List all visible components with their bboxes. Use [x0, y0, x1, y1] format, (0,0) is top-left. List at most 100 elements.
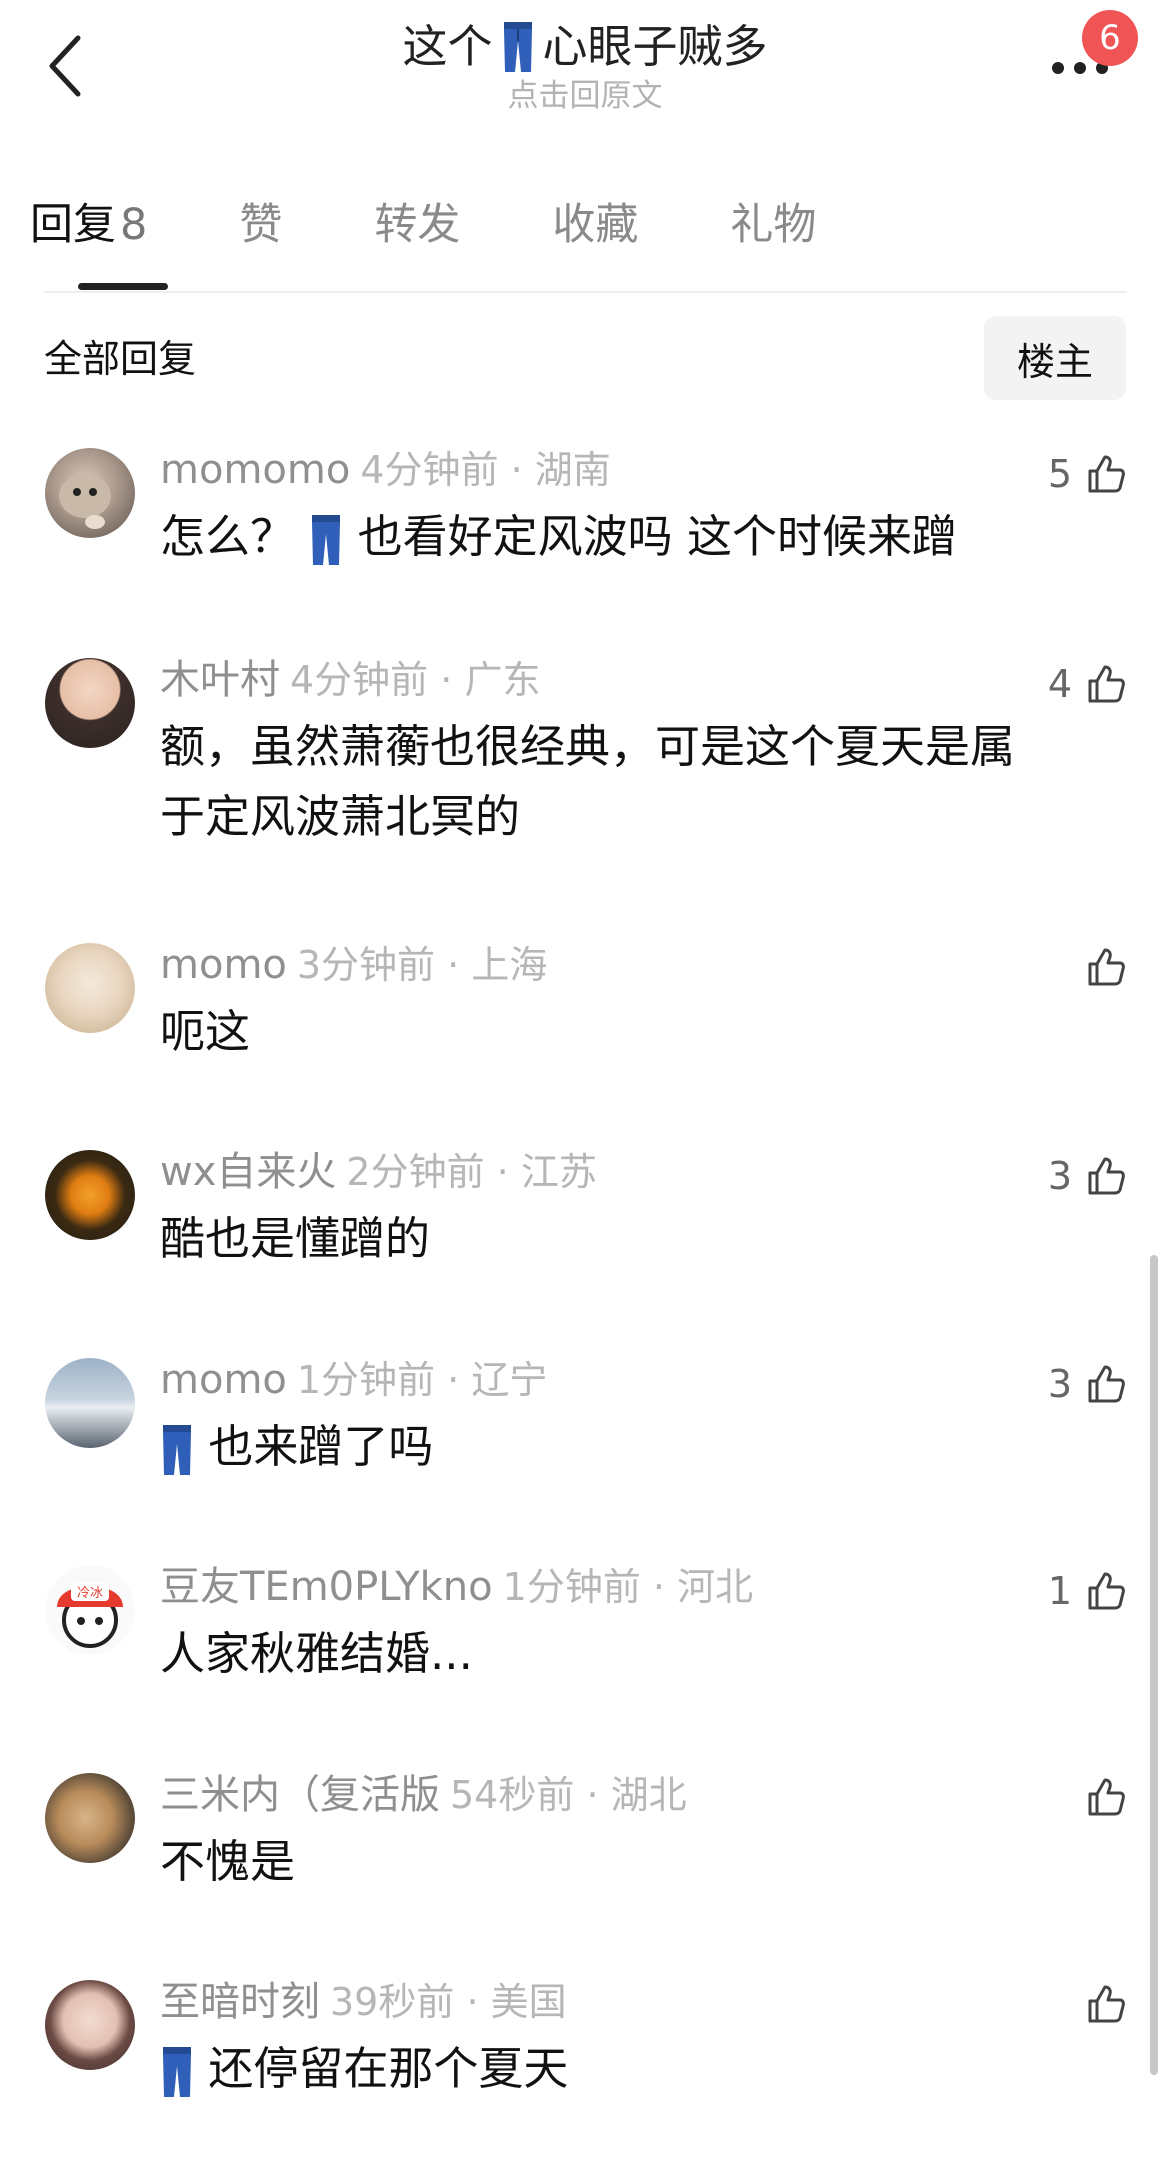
comment-text-part: 怎么？	[160, 510, 296, 563]
comment-time: 1分钟前	[296, 1358, 436, 1402]
comment-text: 呃这	[160, 1005, 251, 1058]
comment-location: 湖南	[534, 448, 611, 492]
separator: ·	[435, 1358, 472, 1402]
time-location: 1分钟前 · 河北	[503, 1565, 753, 1609]
comment-item: 冷冰 豆友TEm0PLYkno 1分钟前 · 河北 人家秋雅结婚... 1	[0, 1557, 1170, 1747]
comment-text-part: 还停留在那个夏天	[208, 2042, 569, 2095]
username[interactable]: 豆友TEm0PLYkno	[160, 1564, 493, 1610]
comment-location: 河北	[677, 1565, 754, 1609]
comment-text: 还停留在那个夏天	[160, 2034, 1100, 2104]
comment-location: 美国	[490, 1980, 567, 2024]
tab-reposts[interactable]: 转发	[374, 190, 460, 290]
avatar[interactable]	[45, 448, 135, 538]
username[interactable]: momo	[160, 942, 287, 988]
like-button[interactable]: 5	[1048, 452, 1126, 496]
separator: ·	[454, 1980, 491, 2024]
avatar[interactable]	[45, 1980, 135, 2070]
comment-text: 也来蹭了吗	[160, 1412, 1100, 1482]
comment-text: 人家秋雅结婚...	[160, 1627, 473, 1680]
username[interactable]: wx自来火	[160, 1149, 336, 1195]
comment-item: 三米内（复活版 54秒前 · 湖北 不愧是	[0, 1765, 1170, 1955]
like-count: 4	[1047, 662, 1072, 706]
time-location: 1分钟前 · 辽宁	[297, 1358, 547, 1402]
tab-replies-count: 8	[120, 200, 148, 250]
time-location: 2分钟前 · 江苏	[346, 1150, 596, 1194]
scrollbar[interactable]	[1150, 1255, 1158, 2075]
back-button[interactable]	[38, 28, 98, 98]
avatar[interactable]	[45, 1773, 135, 1863]
time-location: 54秒前 · 湖北	[450, 1773, 687, 1817]
username[interactable]: momomo	[160, 447, 350, 493]
separator: ·	[498, 448, 535, 492]
comment-meta: wx自来火 2分钟前 · 江苏	[160, 1146, 597, 1198]
like-button[interactable]: 4	[1048, 662, 1126, 706]
notification-badge: 6	[1082, 10, 1138, 66]
title-prefix: 这个	[402, 20, 493, 73]
separator: ·	[435, 943, 472, 987]
comment-text-line: 额，虽然萧蘅也很经典，可是这个夏天是属	[160, 720, 1016, 773]
tab-replies-label: 回复	[30, 200, 116, 250]
like-button[interactable]: 3	[1048, 1362, 1126, 1406]
thumbs-up-icon	[1088, 1778, 1125, 1816]
avatar[interactable]: 冷冰	[45, 1565, 135, 1655]
comment-time: 1分钟前	[502, 1565, 641, 1609]
back-to-original-link[interactable]: 点击回原文	[200, 78, 970, 114]
tab-gifts[interactable]: 礼物	[730, 190, 816, 290]
username[interactable]: 木叶村	[160, 657, 280, 703]
comment-item: momo 3分钟前 · 上海 呃这	[0, 935, 1170, 1125]
tab-replies[interactable]: 回复8	[30, 190, 147, 290]
jeans-emoji-icon	[163, 1425, 191, 1475]
comment-text-part: 也看好定风波吗 这个时候来蹭	[357, 510, 957, 563]
comment-time: 39秒前	[330, 1980, 455, 2024]
comment-time: 4分钟前	[360, 448, 499, 492]
thumbs-up-icon	[1088, 1572, 1125, 1610]
like-button[interactable]: 3	[1048, 1154, 1126, 1198]
comment-meta: momomo 4分钟前 · 湖南	[160, 444, 611, 496]
like-button[interactable]: 1	[1048, 1569, 1126, 1613]
cartoon-avatar-icon: 冷冰	[57, 1583, 123, 1648]
username[interactable]: 三米内（复活版	[160, 1772, 440, 1818]
thumbs-up-icon	[1088, 665, 1125, 703]
header-title-area[interactable]: 这个 心眼子贼多 点击回原文	[200, 18, 970, 114]
avatar[interactable]	[45, 1358, 135, 1448]
time-location: 4分钟前 · 广东	[290, 658, 540, 702]
comment-text-part: 也来蹭了吗	[208, 1420, 434, 1473]
time-location: 4分钟前 · 湖南	[360, 448, 610, 492]
like-button[interactable]	[1072, 1777, 1126, 1817]
comment-time: 3分钟前	[296, 943, 436, 987]
comment-meta: 三米内（复活版 54秒前 · 湖北	[160, 1769, 687, 1821]
comment-item: 木叶村 4分钟前 · 广东 额，虽然萧蘅也很经典，可是这个夏天是属 于定风波萧北冥…	[0, 650, 1170, 910]
comment-item: wx自来火 2分钟前 · 江苏 酷也是懂蹭的 3	[0, 1142, 1170, 1332]
like-count: 3	[1047, 1362, 1072, 1406]
avatar[interactable]	[45, 1150, 135, 1240]
thumbs-up-icon	[1088, 1157, 1125, 1195]
comment-text: 怎么？ 也看好定风波吗 这个时候来蹭	[160, 502, 1100, 572]
comment-meta: 豆友TEm0PLYkno 1分钟前 · 河北	[160, 1561, 753, 1613]
username[interactable]: 至暗时刻	[160, 1979, 320, 2025]
separator: ·	[484, 1150, 521, 1194]
username[interactable]: momo	[160, 1357, 287, 1403]
comment-meta: momo 3分钟前 · 上海	[160, 939, 547, 991]
comment-item: 至暗时刻 39秒前 · 美国 还停留在那个夏天	[0, 1972, 1170, 2157]
tab-favorites[interactable]: 收藏	[552, 190, 638, 290]
jeans-emoji-icon	[503, 22, 532, 72]
separator: ·	[574, 1773, 611, 1817]
cat-avatar-icon	[59, 474, 111, 529]
comment-location: 上海	[471, 943, 548, 987]
like-count: 5	[1047, 452, 1072, 496]
tab-divider	[44, 291, 1127, 293]
like-button[interactable]	[1072, 1984, 1126, 2024]
tab-bar: 回复8 赞 转发 收藏 礼物	[30, 190, 1130, 290]
separator: ·	[428, 658, 465, 702]
chevron-left-icon	[49, 35, 81, 97]
thumbs-up-icon	[1088, 948, 1125, 986]
avatar[interactable]	[45, 943, 135, 1033]
like-button[interactable]	[1072, 947, 1126, 987]
op-only-filter-button[interactable]: 楼主	[984, 316, 1126, 400]
time-location: 3分钟前 · 上海	[297, 943, 547, 987]
comment-time: 2分钟前	[346, 1150, 485, 1194]
tab-likes[interactable]: 赞	[239, 190, 282, 290]
comment-meta: 至暗时刻 39秒前 · 美国	[160, 1976, 567, 2028]
avatar[interactable]	[45, 658, 135, 748]
comment-location: 广东	[464, 658, 541, 702]
